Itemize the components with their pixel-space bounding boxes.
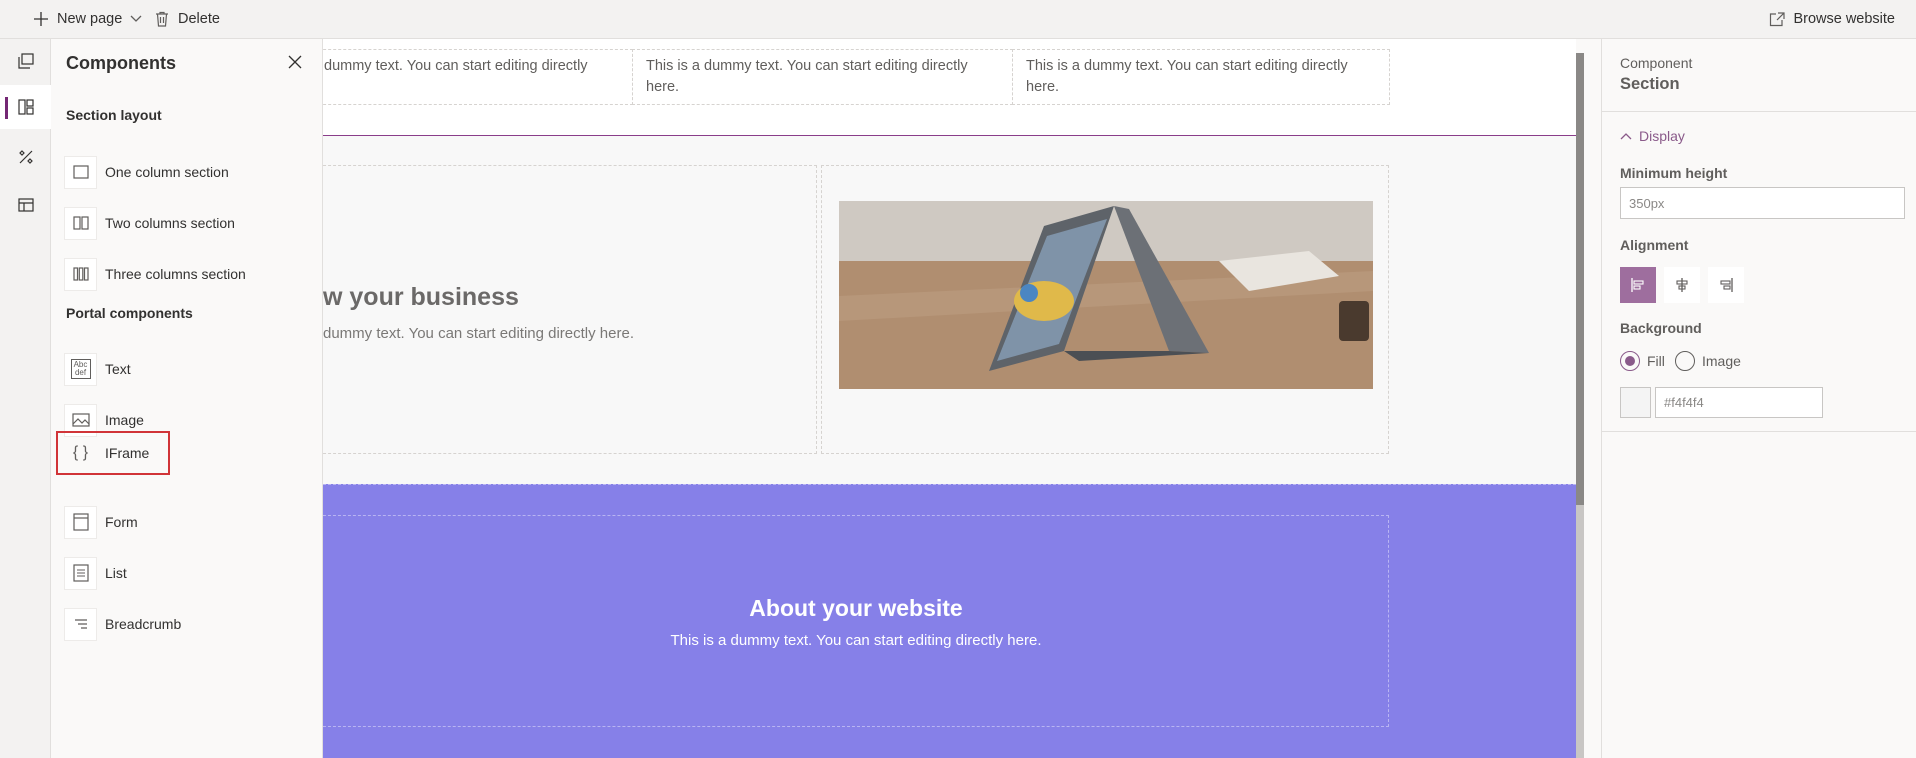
text-component-item[interactable]: Abc def Text	[64, 351, 304, 387]
form-component-label: Form	[105, 514, 138, 530]
laptop-photo[interactable]	[839, 201, 1373, 389]
align-left-icon	[1631, 278, 1644, 292]
properties-divider-bottom	[1602, 431, 1916, 432]
trash-icon	[156, 11, 168, 27]
browse-website-label: Browse website	[1793, 11, 1895, 27]
list-component-label: List	[105, 565, 127, 581]
new-page-label: New page	[57, 11, 123, 27]
top-cell-1-text: dummy text. You can start editing direct…	[324, 58, 588, 74]
image-icon	[64, 403, 97, 437]
canvas-scrollbar-thumb[interactable]	[1576, 53, 1584, 505]
grow-section[interactable]: w your business dummy text. You can star…	[323, 135, 1576, 484]
chevron-down-icon[interactable]	[130, 15, 142, 23]
rail-data[interactable]	[0, 183, 51, 227]
three-columns-section-item[interactable]: Three columns section	[64, 256, 304, 292]
minimum-height-input[interactable]: 350px	[1620, 187, 1905, 219]
iframe-icon: { }	[72, 444, 89, 461]
page-canvas: dummy text. You can start editing direct…	[323, 39, 1576, 758]
top-cell-3[interactable]: This is a dummy text. You can start edit…	[1012, 49, 1390, 105]
iframe-component-label: IFrame	[105, 445, 150, 461]
breadcrumb-component-item[interactable]: Breadcrumb	[64, 606, 304, 642]
one-column-section-item[interactable]: One column section	[64, 154, 304, 190]
about-heading: About your website	[749, 595, 963, 621]
iframe-component-item[interactable]: { } IFrame	[56, 431, 170, 475]
two-columns-section-item[interactable]: Two columns section	[64, 205, 304, 241]
left-rail	[0, 39, 51, 758]
top-cell-2[interactable]: This is a dummy text. You can start edit…	[632, 49, 1013, 105]
three-columns-icon	[64, 257, 97, 291]
form-component-item[interactable]: Form	[64, 504, 304, 540]
components-icon	[17, 99, 34, 115]
image-radio-label: Image	[1702, 353, 1741, 369]
close-icon[interactable]	[288, 55, 302, 69]
form-icon	[64, 505, 97, 539]
themes-icon	[18, 150, 33, 164]
display-toggle-label: Display	[1639, 128, 1685, 144]
two-columns-icon	[64, 206, 97, 240]
align-center-button[interactable]	[1664, 267, 1700, 303]
new-page-button[interactable]: New page	[33, 0, 142, 38]
rail-themes[interactable]	[0, 135, 51, 179]
properties-divider	[1602, 111, 1916, 112]
grow-body-text: dummy text. You can start editing direct…	[323, 325, 634, 342]
top-cell-3-text: This is a dummy text. You can start edit…	[1026, 58, 1348, 95]
minimum-height-value: 350px	[1629, 195, 1665, 211]
browse-website-button[interactable]: Browse website	[1769, 0, 1895, 38]
image-radio-circle	[1675, 351, 1695, 371]
align-right-icon	[1720, 278, 1733, 292]
one-column-icon	[64, 155, 97, 189]
rail-pages[interactable]	[0, 39, 51, 83]
alignment-label: Alignment	[1620, 237, 1689, 253]
about-section[interactable]: About your website This is a dummy text.…	[323, 484, 1576, 758]
list-component-item[interactable]: List	[64, 555, 304, 591]
color-hex-value: #f4f4f4	[1664, 395, 1704, 410]
three-columns-section-label: Three columns section	[105, 266, 246, 282]
grow-heading: w your business	[323, 283, 519, 311]
rail-components[interactable]	[0, 85, 51, 129]
pages-icon	[17, 53, 34, 69]
laptop-illustration	[839, 201, 1373, 389]
align-center-icon	[1676, 278, 1688, 292]
two-columns-section-label: Two columns section	[105, 215, 235, 231]
data-icon	[17, 198, 34, 212]
chevron-up-icon	[1620, 133, 1632, 140]
align-left-button[interactable]	[1620, 267, 1656, 303]
align-right-button[interactable]	[1708, 267, 1744, 303]
panel-title: Components	[66, 53, 176, 73]
components-panel: Components Section layout One column sec…	[51, 39, 323, 758]
delete-label: Delete	[178, 11, 220, 27]
top-section[interactable]: dummy text. You can start editing direct…	[323, 39, 1576, 136]
display-toggle[interactable]: Display	[1620, 128, 1685, 144]
top-cell-1[interactable]: dummy text. You can start editing direct…	[323, 49, 633, 105]
image-radio[interactable]: Image	[1675, 351, 1741, 371]
fill-radio-label: Fill	[1647, 353, 1665, 369]
properties-title: Section	[1620, 75, 1680, 93]
command-bar: New page Delete Browse website	[0, 0, 1916, 39]
portal-components-heading: Portal components	[66, 305, 193, 321]
text-component-label: Text	[105, 361, 131, 377]
image-component-label: Image	[105, 412, 144, 428]
section-layout-heading: Section layout	[66, 107, 162, 123]
minimum-height-label: Minimum height	[1620, 165, 1728, 181]
color-swatch[interactable]	[1620, 387, 1651, 418]
text-icon: Abc def	[64, 352, 97, 386]
properties-pane: Component Section Display Minimum height…	[1601, 39, 1916, 758]
color-hex-input[interactable]: #f4f4f4	[1655, 387, 1823, 418]
open-external-icon	[1770, 11, 1786, 26]
one-column-section-label: One column section	[105, 164, 229, 180]
plus-icon	[34, 12, 48, 26]
top-cell-2-text: This is a dummy text. You can start edit…	[646, 58, 968, 95]
breadcrumb-component-label: Breadcrumb	[105, 616, 182, 632]
fill-radio[interactable]: Fill	[1620, 351, 1665, 371]
fill-radio-circle	[1620, 351, 1640, 371]
breadcrumb-icon	[64, 607, 97, 641]
properties-caption: Component	[1620, 55, 1693, 71]
list-icon	[64, 556, 97, 590]
background-label: Background	[1620, 320, 1702, 336]
delete-button[interactable]: Delete	[155, 0, 220, 38]
canvas-scrollbar-track[interactable]	[1576, 505, 1584, 758]
about-body-text: This is a dummy text. You can start edit…	[670, 632, 1042, 649]
